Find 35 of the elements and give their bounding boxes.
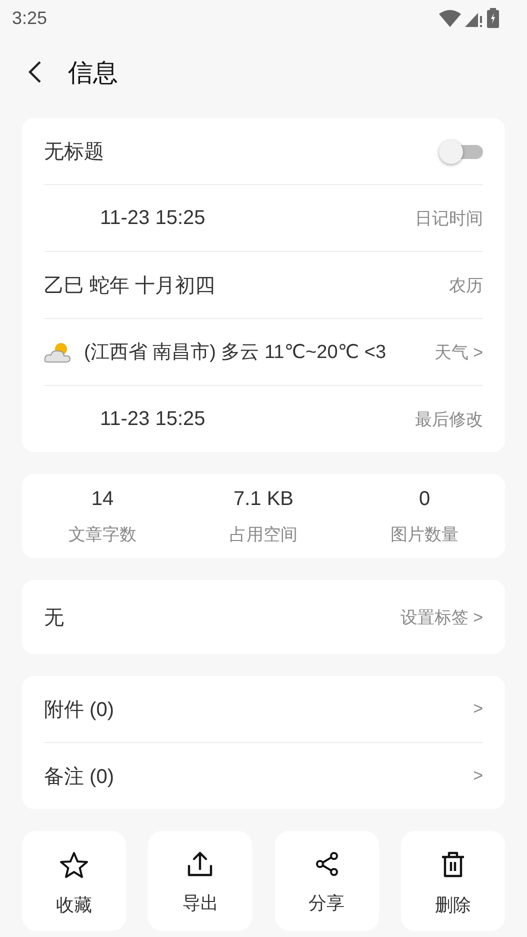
row-label: 农历 bbox=[449, 274, 483, 296]
stat-label: 文章字数 bbox=[68, 524, 136, 546]
note-title: 无标题 bbox=[44, 140, 104, 164]
weather-value: (江西省 南昌市) 多云 11℃~20℃ <3 bbox=[84, 341, 386, 365]
upload-icon bbox=[186, 851, 214, 877]
star-icon bbox=[59, 851, 89, 879]
set-tags-link[interactable]: 设置标签 > bbox=[400, 606, 483, 628]
row-label: 日记时间 bbox=[415, 208, 483, 230]
action-button[interactable]: 删除 bbox=[400, 831, 505, 931]
list-item-label[interactable]: 备注 (0) bbox=[44, 762, 114, 790]
tag-value: 无 bbox=[44, 606, 64, 630]
stat-value: 0 bbox=[418, 488, 430, 511]
lunar-date: 乙巳 蛇年 十月初四 bbox=[44, 274, 216, 298]
row-label[interactable]: 天气 > bbox=[434, 340, 483, 364]
row-label: 最后修改 bbox=[415, 408, 483, 430]
action-button[interactable]: 分享 bbox=[274, 831, 379, 931]
stat-value: 14 bbox=[91, 488, 114, 511]
chevron-text: > bbox=[473, 699, 483, 719]
chevron-text: > bbox=[473, 766, 483, 786]
trash-icon bbox=[440, 851, 466, 879]
list-item-label[interactable]: 附件 (0) bbox=[44, 696, 114, 722]
action-button[interactable]: 收藏 bbox=[22, 831, 126, 931]
stat-value: 7.1 KB bbox=[233, 488, 294, 511]
stat-label: 图片数量 bbox=[390, 524, 458, 546]
stat-label: 占用空间 bbox=[230, 524, 298, 546]
partly-cloudy-icon bbox=[44, 340, 72, 364]
share-icon bbox=[314, 851, 340, 877]
battery-icon bbox=[487, 8, 499, 28]
date-value: 11-23 15:25 bbox=[99, 408, 206, 430]
wifi-icon bbox=[439, 9, 461, 27]
page-title: 信息 bbox=[68, 58, 118, 88]
back-button[interactable] bbox=[28, 60, 42, 84]
action-button[interactable]: 导出 bbox=[148, 831, 252, 931]
date-value: 11-23 15:25 bbox=[99, 206, 206, 230]
status-time: 3:25 bbox=[12, 8, 48, 28]
